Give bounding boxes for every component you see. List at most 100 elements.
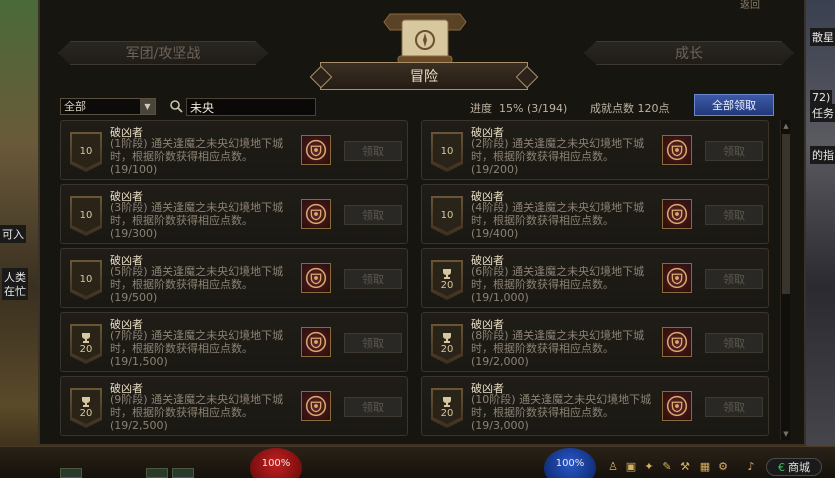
card-desc-text: (1阶段) 通关逢魔之未央幻境地下城时，根据阶数获得相应点数。 [110, 137, 284, 163]
card-description: (5阶段) 通关逢魔之未央幻境地下城时，根据阶数获得相应点数。 (19/500) [110, 265, 300, 304]
card-progress: (19/100) [110, 163, 158, 176]
card-desc-text: (7阶段) 通关逢魔之未央幻境地下城时，根据阶数获得相应点数。 [110, 329, 284, 355]
card-description: (1阶段) 通关逢魔之未央幻境地下城时，根据阶数获得相应点数。 (19/100) [110, 137, 300, 176]
points-badge: 10 [70, 196, 102, 236]
reward-item-icon[interactable] [662, 199, 692, 229]
tab-growth[interactable]: 成长 [584, 40, 794, 66]
list-scrollbar[interactable]: ▲ ▼ [780, 120, 790, 440]
claim-button[interactable]: 领取 [705, 141, 763, 161]
reward-emblem-icon [305, 395, 327, 417]
points-badge-inner: 20 [72, 326, 100, 360]
card-description: (3阶段) 通关逢魔之未央幻境地下城时，根据阶数获得相应点数。 (19/300) [110, 201, 300, 240]
reward-item-icon[interactable] [301, 199, 331, 229]
claim-button[interactable]: 领取 [705, 397, 763, 417]
trophy-icon [82, 396, 90, 407]
progress-label: 进度 [470, 102, 492, 115]
badge-points: 20 [440, 279, 454, 291]
trophy-icon [443, 268, 451, 279]
claim-button[interactable]: 领取 [344, 269, 402, 289]
claim-button[interactable]: 领取 [705, 269, 763, 289]
scroll-emblem-icon [383, 13, 467, 64]
mall-button[interactable]: € 商城 [766, 458, 822, 476]
claim-button[interactable]: 领取 [344, 141, 402, 161]
tool-icon[interactable]: ⚒ [678, 460, 692, 474]
points-badge-inner: 10 [72, 262, 100, 296]
bell-icon[interactable]: ♪ [744, 460, 758, 474]
badge-points: 10 [440, 209, 454, 221]
points-badge-inner: 10 [433, 134, 461, 168]
reward-item-icon[interactable] [662, 327, 692, 357]
scroll-down-icon[interactable]: ▼ [781, 429, 791, 439]
skill-slot[interactable] [146, 468, 168, 478]
claim-button[interactable]: 领取 [344, 397, 402, 417]
points-badge-inner: 20 [433, 390, 461, 424]
achievement-list: 10 破凶者 (1阶段) 通关逢魔之未央幻境地下城时，根据阶数获得相应点数。 (19/… [60, 120, 782, 440]
claim-button[interactable]: 领取 [344, 333, 402, 353]
points-readout: 成就点数 120点 [590, 100, 670, 116]
claim-all-button[interactable]: 全部领取 [694, 94, 774, 116]
reward-item-icon[interactable] [301, 263, 331, 293]
reward-item-icon[interactable] [301, 391, 331, 421]
side-text-right-1: 散星 [810, 28, 835, 46]
skill-slot[interactable] [172, 468, 194, 478]
points-badge: 20 [431, 388, 463, 428]
reward-emblem-icon [305, 331, 327, 353]
points-badge-inner: 10 [433, 198, 461, 232]
side-text-right-3: 任务 [810, 104, 835, 122]
scroll-thumb[interactable] [782, 134, 790, 294]
progress-value: 15% (3/194) [499, 102, 568, 115]
reward-emblem-icon [666, 395, 688, 417]
chevron-down-icon[interactable]: ▼ [140, 99, 155, 114]
mall-icon: € [778, 460, 785, 474]
claim-button[interactable]: 领取 [705, 205, 763, 225]
reward-item-icon[interactable] [301, 327, 331, 357]
reward-item-icon[interactable] [662, 135, 692, 165]
reward-emblem-icon [305, 203, 327, 225]
card-description: (9阶段) 通关逢魔之未央幻境地下城时，根据阶数获得相应点数。 (19/2,500… [110, 393, 300, 432]
claim-button[interactable]: 领取 [344, 205, 402, 225]
points-badge-inner: 20 [433, 262, 461, 296]
quest-icon[interactable]: ✎ [660, 460, 674, 474]
category-select[interactable]: 全部 ▼ [60, 98, 156, 115]
tab-adventure[interactable]: 冒险 [320, 62, 528, 90]
search-input[interactable] [186, 98, 316, 116]
badge-points: 10 [79, 273, 93, 285]
badge-points: 20 [79, 343, 93, 355]
badge-points: 10 [79, 145, 93, 157]
trophy-icon [443, 396, 451, 407]
achievement-card: 10 破凶者 (3阶段) 通关逢魔之未央幻境地下城时，根据阶数获得相应点数。 (19/… [60, 184, 408, 244]
card-progress: (19/300) [110, 227, 158, 240]
side-text-left-1: 可入 [0, 225, 26, 243]
grid-icon[interactable]: ▦ [698, 460, 712, 474]
card-desc-text: (5阶段) 通关逢魔之未央幻境地下城时，根据阶数获得相应点数。 [110, 265, 284, 291]
reward-emblem-icon [666, 139, 688, 161]
card-description: (7阶段) 通关逢魔之未央幻境地下城时，根据阶数获得相应点数。 (19/1,500… [110, 329, 300, 368]
reward-item-icon[interactable] [662, 391, 692, 421]
trophy-icon [82, 332, 90, 343]
points-badge: 20 [70, 388, 102, 428]
reward-item-icon[interactable] [301, 135, 331, 165]
scroll-up-icon[interactable]: ▲ [781, 121, 791, 131]
reward-emblem-icon [305, 267, 327, 289]
card-desc-text: (2阶段) 通关逢魔之未央幻境地下城时，根据阶数获得相应点数。 [471, 137, 645, 163]
settings-icon[interactable]: ⚙ [716, 460, 730, 474]
reward-item-icon[interactable] [662, 263, 692, 293]
achievement-card: 10 破凶者 (5阶段) 通关逢魔之未央幻境地下城时，根据阶数获得相应点数。 (19/… [60, 248, 408, 308]
claim-button[interactable]: 领取 [705, 333, 763, 353]
skill-icon[interactable]: ✦ [642, 460, 656, 474]
points-badge-inner: 10 [72, 198, 100, 232]
tab-legion[interactable]: 军团/攻坚战 [58, 40, 268, 66]
card-desc-text: (10阶段) 通关逢魔之未央幻境地下城时，根据阶数获得相应点数。 [471, 393, 652, 419]
points-badge: 10 [431, 132, 463, 172]
achievement-card: 20 破凶者 (10阶段) 通关逢魔之未央幻境地下城时，根据阶数获得相应点数。 (19… [421, 376, 769, 436]
skill-slot[interactable] [60, 468, 82, 478]
achievement-card: 20 破凶者 (8阶段) 通关逢魔之未央幻境地下城时，根据阶数获得相应点数。 (19/… [421, 312, 769, 372]
character-icon[interactable]: ♙ [606, 460, 620, 474]
search-icon [170, 100, 183, 113]
back-link[interactable]: 返回 [740, 0, 760, 11]
badge-points: 10 [79, 209, 93, 221]
card-description: (4阶段) 通关逢魔之未央幻境地下城时，根据阶数获得相应点数。 (19/400) [471, 201, 661, 240]
points-label: 成就点数 [590, 102, 634, 115]
reward-emblem-icon [666, 331, 688, 353]
inventory-icon[interactable]: ▣ [624, 460, 638, 474]
